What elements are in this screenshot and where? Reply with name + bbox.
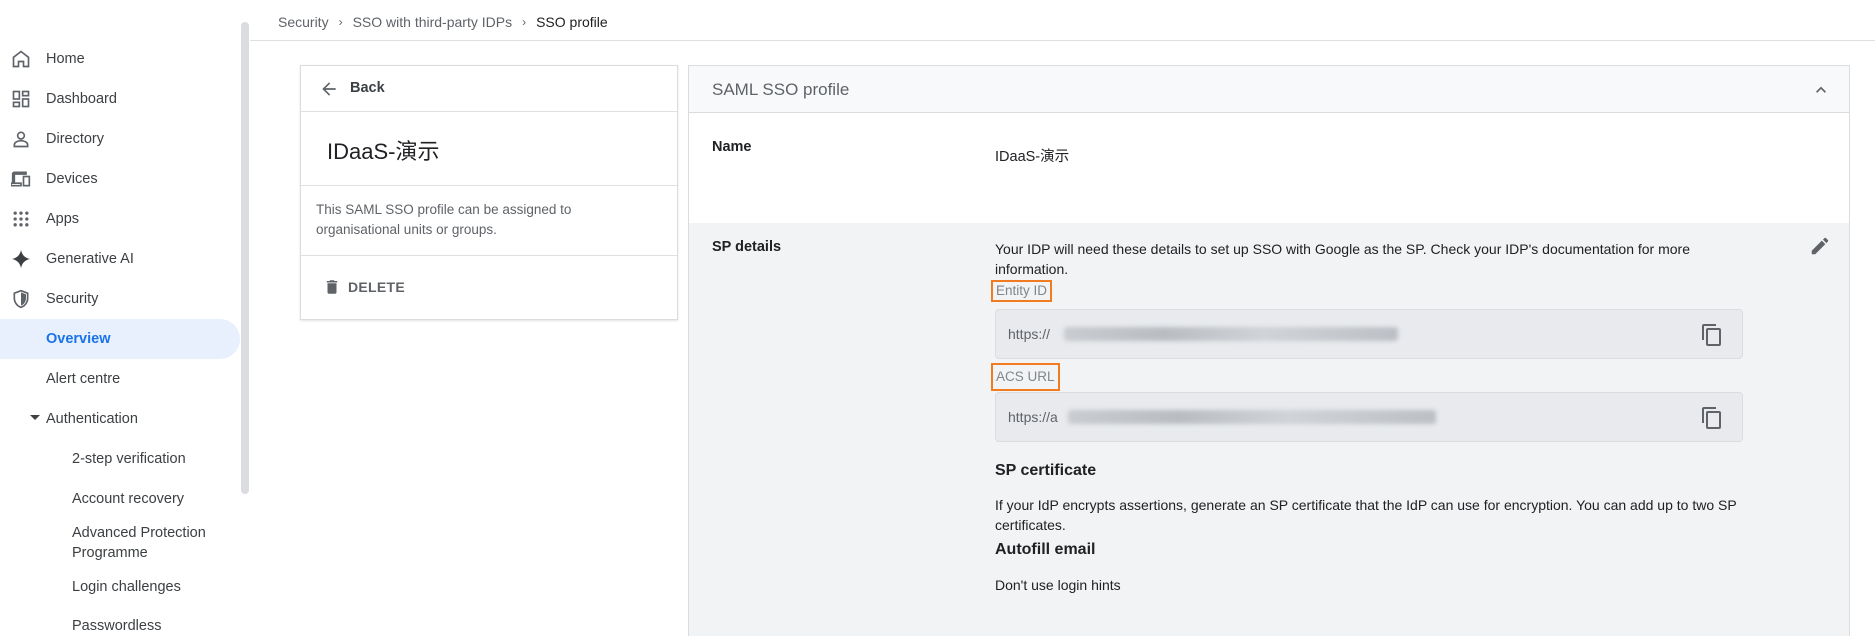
sp-details-section: SP details Your IDP will need these deta… — [689, 223, 1849, 636]
sp-details-label: SP details — [712, 239, 782, 255]
sp-certificate-text: If your IdP encrypts assertions, generat… — [995, 497, 1737, 533]
sidebar-item-label: Passwordless — [72, 618, 162, 634]
card-title: SAML SSO profile — [712, 80, 850, 99]
sidebar-item-label: Devices — [46, 171, 98, 187]
devices-icon — [11, 171, 31, 187]
sidebar-item-apps[interactable]: Apps — [0, 199, 240, 239]
redacted-text — [1064, 327, 1398, 341]
divider — [301, 185, 677, 186]
sidebar-item-2-step-verification[interactable]: 2-step verification — [0, 439, 240, 479]
breadcrumb: Security › SSO with third-party IDPs › S… — [278, 14, 608, 30]
sidebar-item-label: Alert centre — [46, 371, 121, 387]
copy-icon[interactable] — [1700, 405, 1724, 431]
chevron-up-icon[interactable] — [1811, 80, 1831, 100]
acs-url-label: ACS URL — [991, 363, 1060, 391]
header-divider — [250, 40, 1875, 41]
profile-description: This SAML SSO profile can be assigned to… — [316, 202, 572, 237]
apps-grid-icon — [13, 211, 29, 227]
sidebar-item-security[interactable]: Security — [0, 279, 240, 319]
sidebar-scrollbar[interactable] — [241, 22, 249, 494]
saml-sso-profile-card: SAML SSO profile Name IDaaS-演示 SP detail… — [688, 65, 1850, 636]
back-button[interactable]: Back — [301, 66, 677, 112]
sidebar-item-overview[interactable]: Overview — [0, 319, 240, 359]
sidebar-item-label: Advanced Protection Programme — [72, 525, 206, 561]
breadcrumb-current: SSO profile — [536, 14, 608, 30]
home-icon — [12, 50, 30, 68]
sidebar-item-label: Dashboard — [46, 91, 117, 107]
name-label: Name — [712, 139, 752, 155]
sidebar-item-label: 2-step verification — [72, 451, 186, 467]
edit-pencil-icon[interactable] — [1809, 235, 1831, 257]
sidebar: Home Dashboard Directory Devices Apps Ge… — [0, 0, 240, 636]
shield-icon — [13, 289, 29, 309]
sidebar-item-label: Account recovery — [72, 491, 185, 507]
sidebar-item-devices[interactable]: Devices — [0, 159, 240, 199]
arrow-back-icon — [322, 82, 336, 96]
delete-button[interactable]: DELETE — [301, 256, 677, 320]
chevron-right-icon: › — [522, 15, 527, 29]
entity-id-label: Entity ID — [991, 280, 1053, 302]
back-label: Back — [350, 80, 385, 96]
delete-label: DELETE — [348, 279, 406, 295]
sparkle-icon — [11, 249, 31, 269]
sidebar-item-label: Apps — [46, 211, 80, 227]
sidebar-item-label: Generative AI — [46, 251, 134, 267]
sidebar-item-generative-ai[interactable]: Generative AI — [0, 239, 240, 279]
person-icon — [13, 131, 29, 148]
sidebar-item-dashboard[interactable]: Dashboard — [0, 79, 240, 119]
sp-details-description: Your IDP will need these details to set … — [995, 241, 1691, 277]
dashboard-icon — [12, 90, 30, 108]
breadcrumb-sso-third-party[interactable]: SSO with third-party IDPs — [353, 14, 513, 30]
card-header[interactable]: SAML SSO profile — [689, 66, 1849, 113]
sidebar-item-login-challenges[interactable]: Login challenges — [0, 567, 240, 607]
entity-id-value: https:// — [1008, 326, 1051, 342]
sidebar-item-authentication[interactable]: Authentication — [0, 399, 240, 439]
profile-summary-card: Back IDaaS-演示 This SAML SSO profile can … — [300, 65, 678, 320]
name-value: IDaaS-演示 — [995, 149, 1070, 165]
acs-url-field: https://a — [995, 392, 1743, 442]
sidebar-item-label: Authentication — [46, 411, 138, 427]
copy-icon[interactable] — [1700, 322, 1724, 348]
autofill-email-heading: Autofill email — [995, 541, 1096, 558]
sidebar-item-passwordless[interactable]: Passwordless — [0, 606, 240, 636]
entity-id-field: https:// — [995, 309, 1743, 359]
sidebar-item-advanced-protection[interactable]: Advanced Protection Programme — [0, 521, 240, 565]
redacted-text — [1068, 410, 1436, 424]
sidebar-item-label: Login challenges — [72, 579, 181, 595]
profile-name-title: IDaaS-演示 — [327, 139, 440, 164]
sidebar-item-label: Overview — [46, 331, 111, 347]
autofill-email-value: Don't use login hints — [995, 577, 1121, 593]
chevron-right-icon: › — [338, 15, 343, 29]
sidebar-item-label: Directory — [46, 131, 105, 147]
breadcrumb-security[interactable]: Security — [278, 14, 329, 30]
caret-down-icon — [30, 415, 40, 420]
trash-icon — [326, 280, 338, 294]
sp-certificate-heading: SP certificate — [995, 462, 1097, 479]
sidebar-item-home[interactable]: Home — [0, 39, 240, 79]
sidebar-item-account-recovery[interactable]: Account recovery — [0, 479, 240, 519]
sidebar-item-label: Security — [46, 291, 99, 307]
sidebar-item-alert-centre[interactable]: Alert centre — [0, 359, 240, 399]
sidebar-item-directory[interactable]: Directory — [0, 119, 240, 159]
sidebar-item-label: Home — [46, 51, 85, 67]
acs-url-value: https://a — [1008, 409, 1058, 425]
